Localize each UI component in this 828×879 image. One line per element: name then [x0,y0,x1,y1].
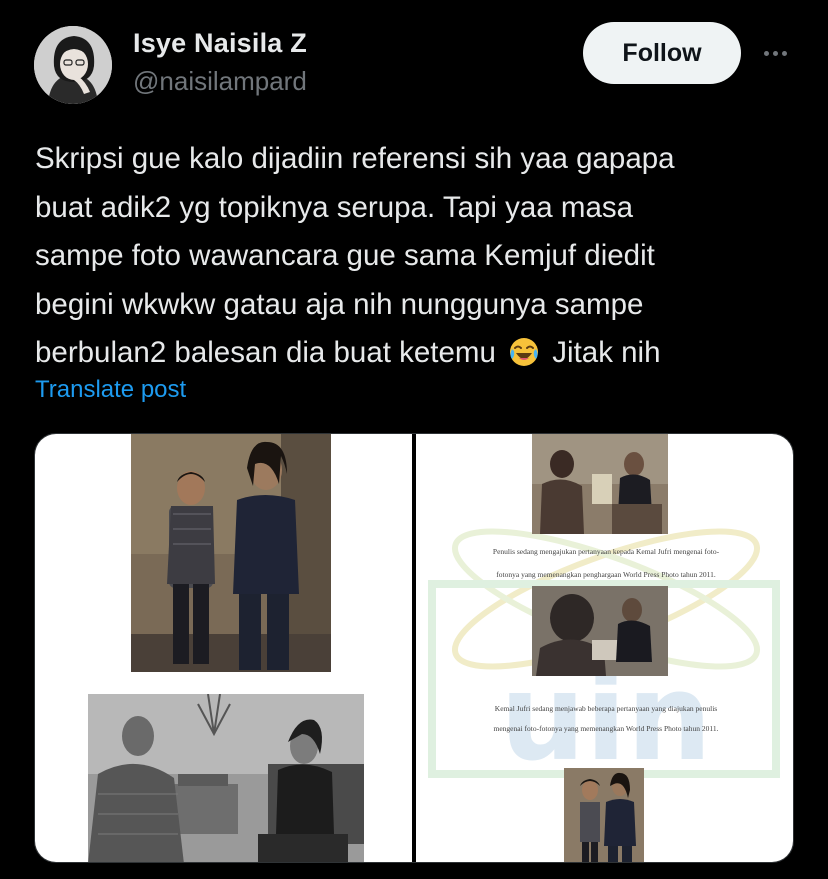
avatar[interactable] [34,26,112,104]
photo-standing-small [564,768,644,862]
post-line-text: berbulan2 balesan dia buat ketemu [35,336,496,369]
post-line: begini wkwkw gatau aja nih nunggunya sam… [35,287,644,321]
post-line: sampe foto wawancara gue sama Kemjuf die… [35,239,655,272]
media-image-right[interactable]: uin Penulis sedang mengajukan pertanyaan… [416,434,793,862]
photo-interview-middle [532,586,668,676]
post-line-text: Jitak nih [552,336,661,369]
post-line: buat adik2 yg topiknya serupa. Tapi yaa … [35,190,634,224]
post-line-last: berbulan2 balesan dia buat ketemu Jitak … [35,329,795,378]
caption-1: Penulis sedang mengajukan pertanyaan kep… [492,547,720,556]
photo-standing-color [131,434,331,672]
more-dot [772,50,778,56]
translate-post-link[interactable]: Translate post [35,376,186,404]
more-horizontal-icon[interactable] [758,38,792,68]
follow-button[interactable]: Follow [583,22,741,84]
face-with-tears-of-joy-icon [508,335,540,367]
author-name[interactable]: Isye Naisila Z [133,28,307,59]
media-image-left[interactable] [35,434,412,862]
caption-3: Kemal Jufri sedang menjawab beberapa per… [494,704,718,713]
caption-2: fotonya yang memenangkan penghargaan Wor… [496,570,716,579]
post-line: Skripsi gue kalo dijadiin referensi sih … [35,142,675,175]
photo-interview-gray [88,694,364,862]
more-dot [781,50,787,56]
caption-4: mengenai foto-fotonya yang memenangkan W… [493,724,719,733]
more-dot [763,50,769,56]
photo-interview-top [532,434,668,534]
post-text: Skripsi gue kalo dijadiin referensi sih … [35,135,795,378]
author-handle[interactable]: @naisilampard [133,66,307,97]
media-grid[interactable]: uin Penulis sedang mengajukan pertanyaan… [34,433,794,863]
